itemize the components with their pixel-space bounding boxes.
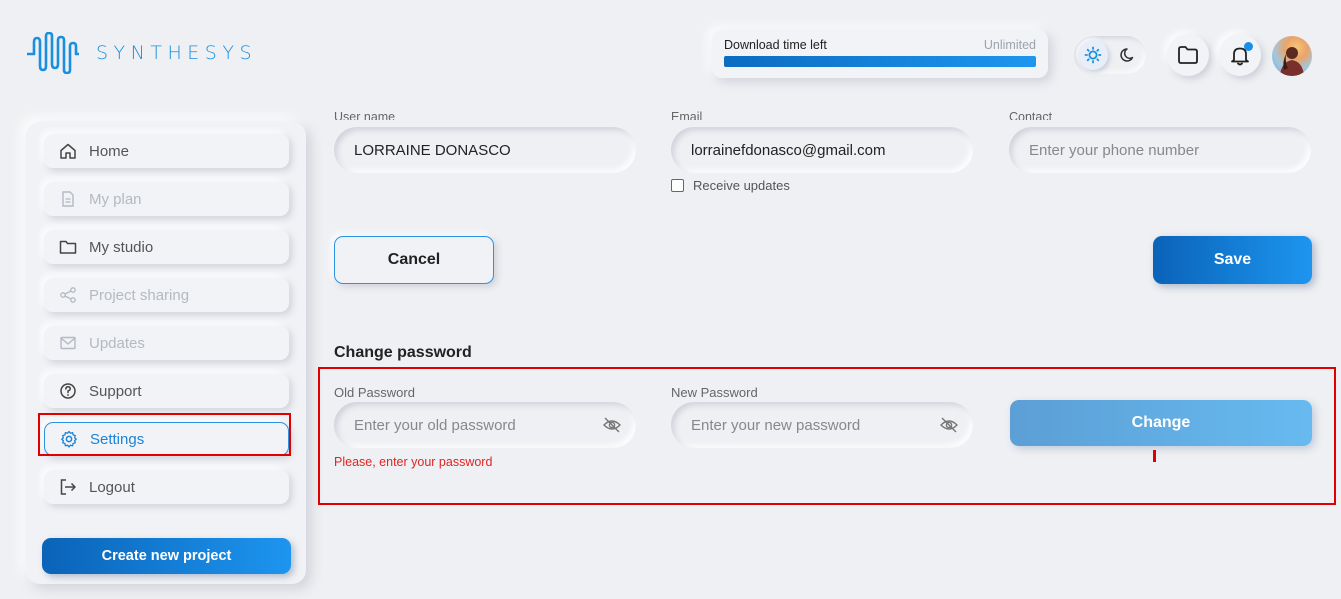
folder-icon [59, 238, 77, 256]
document-icon [59, 190, 77, 208]
new-password-placeholder: Enter your new password [691, 416, 861, 434]
sidebar-item-support[interactable]: Support [44, 374, 289, 408]
folder-icon [1178, 46, 1198, 64]
download-progress-bar [724, 56, 1036, 67]
sidebar-item-label: Support [89, 382, 142, 400]
sidebar-item-updates[interactable]: Updates [44, 326, 289, 360]
waveform-logo-icon [27, 32, 79, 74]
sidebar-item-label: My studio [89, 238, 154, 256]
moon-icon[interactable] [1116, 43, 1140, 67]
download-progress-fill [724, 56, 1036, 67]
cursor-marker [1153, 450, 1156, 462]
phone-field[interactable]: Enter your phone number [1009, 127, 1311, 173]
cancel-button[interactable]: Cancel [334, 236, 494, 284]
sidebar-item-label: Home [89, 142, 130, 160]
sidebar-item-label: My plan [89, 190, 142, 208]
mail-icon [59, 334, 77, 352]
receive-updates-row[interactable]: Receive updates [671, 178, 790, 193]
old-password-field[interactable]: Enter your old password [334, 402, 636, 448]
home-icon [59, 142, 77, 160]
change-password-button[interactable]: Change [1010, 400, 1312, 446]
contact-label: Contact [1009, 110, 1053, 120]
new-password-label: New Password [671, 385, 758, 400]
sidebar-item-my-studio[interactable]: My studio [44, 230, 289, 264]
change-password-title: Change password [334, 344, 472, 361]
password-error-message: Please, enter your password [334, 455, 493, 469]
username-label: User name [334, 110, 396, 120]
sun-icon[interactable] [1078, 40, 1108, 70]
eye-off-icon[interactable] [602, 415, 622, 435]
save-button[interactable]: Save [1153, 236, 1312, 284]
create-new-project-button[interactable]: Create new project [42, 538, 291, 574]
eye-off-icon[interactable] [939, 415, 959, 435]
username-field[interactable]: LORRAINE DONASCO [334, 127, 636, 173]
receive-updates-label: Receive updates [693, 178, 790, 193]
sidebar: Home My plan My studio Project sharing U… [26, 122, 306, 584]
help-icon [59, 382, 77, 400]
theme-toggle[interactable] [1074, 36, 1146, 74]
avatar[interactable] [1272, 36, 1312, 76]
new-password-field[interactable]: Enter your new password [671, 402, 973, 448]
sidebar-item-label: Logout [89, 478, 135, 496]
sidebar-item-my-plan[interactable]: My plan [44, 182, 289, 216]
folder-button[interactable] [1167, 34, 1209, 76]
receive-updates-checkbox[interactable] [671, 179, 684, 192]
sidebar-item-logout[interactable]: Logout [44, 470, 289, 504]
download-time-value: Unlimited [983, 38, 1036, 52]
brand-name: SYNTHESYS [96, 42, 258, 64]
logout-icon [59, 478, 77, 496]
notification-badge [1244, 42, 1253, 51]
sidebar-item-home[interactable]: Home [44, 134, 289, 168]
sidebar-item-label: Updates [89, 334, 145, 352]
brand-logo[interactable]: SYNTHESYS [26, 32, 257, 74]
old-password-placeholder: Enter your old password [354, 416, 516, 434]
email-field[interactable]: lorrainefdonasco@gmail.com [671, 127, 973, 173]
settings-highlight-box [38, 413, 291, 456]
notifications-button[interactable] [1219, 34, 1261, 76]
download-time-card: Download time left Unlimited [712, 30, 1048, 78]
sidebar-item-project-sharing[interactable]: Project sharing [44, 278, 289, 312]
email-label: Email [671, 110, 703, 120]
sidebar-item-label: Project sharing [89, 286, 190, 304]
old-password-label: Old Password [334, 385, 415, 400]
download-time-label: Download time left [724, 38, 827, 52]
share-icon [59, 286, 77, 304]
